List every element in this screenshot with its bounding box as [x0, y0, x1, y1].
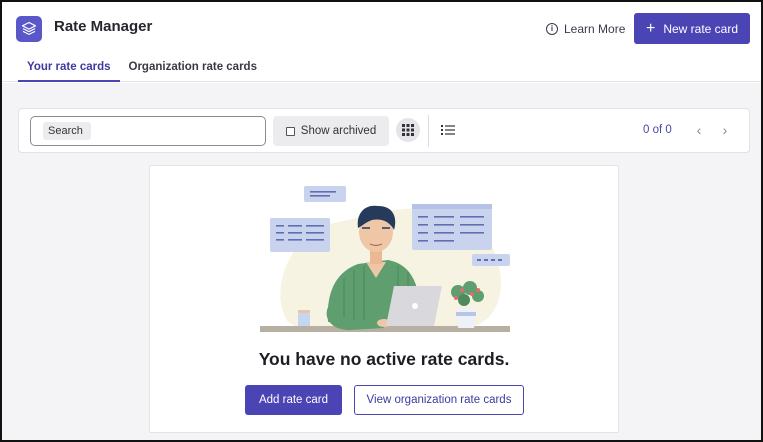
pagination-count: 0 of 0 [643, 124, 672, 136]
show-archived-label: Show archived [300, 125, 377, 137]
person-working-on-laptop-illustration [260, 186, 510, 332]
new-rate-card-button[interactable]: + New rate card [634, 13, 750, 44]
empty-state-title: You have no active rate cards. [258, 349, 510, 369]
show-archived-checkbox[interactable] [285, 126, 295, 136]
empty-state-card: You have no active rate cards. Add rate … [149, 165, 619, 433]
chevron-left-icon[interactable]: ‹ [691, 120, 707, 140]
list-view-button[interactable] [437, 118, 459, 142]
chevron-right-icon[interactable]: › [717, 120, 733, 140]
page-header: Rate Manager i Learn More + New rate car… [2, 2, 761, 82]
new-rate-card-label: New rate card [663, 21, 739, 36]
learn-more-label: Learn More [564, 22, 626, 36]
search-input[interactable] [43, 122, 91, 140]
show-archived-toggle[interactable]: Show archived [273, 116, 389, 146]
app-window: Rate Manager i Learn More + New rate car… [0, 0, 763, 442]
grid-view-icon [402, 124, 414, 136]
filter-toolbar: Show archived 0 of 0 ‹ › [18, 108, 750, 153]
tab-bar: Your rate cards Organization rate cards [18, 54, 266, 82]
layers-stack-icon[interactable] [16, 16, 42, 42]
view-organization-rate-cards-button[interactable]: View organization rate cards [354, 385, 524, 415]
info-icon: i [546, 23, 558, 35]
list-view-icon [441, 125, 455, 135]
app-title: Rate Manager [54, 18, 153, 35]
tab-organization-rate-cards[interactable]: Organization rate cards [120, 54, 266, 82]
toolbar-divider [428, 115, 429, 147]
search-box[interactable] [30, 116, 266, 146]
plus-icon: + [645, 19, 656, 37]
main-content: Show archived 0 of 0 ‹ › [2, 83, 761, 440]
grid-view-button[interactable] [396, 118, 420, 142]
add-rate-card-button[interactable]: Add rate card [245, 385, 342, 415]
tab-your-rate-cards[interactable]: Your rate cards [18, 54, 120, 82]
learn-more-link[interactable]: i Learn More [546, 20, 625, 38]
